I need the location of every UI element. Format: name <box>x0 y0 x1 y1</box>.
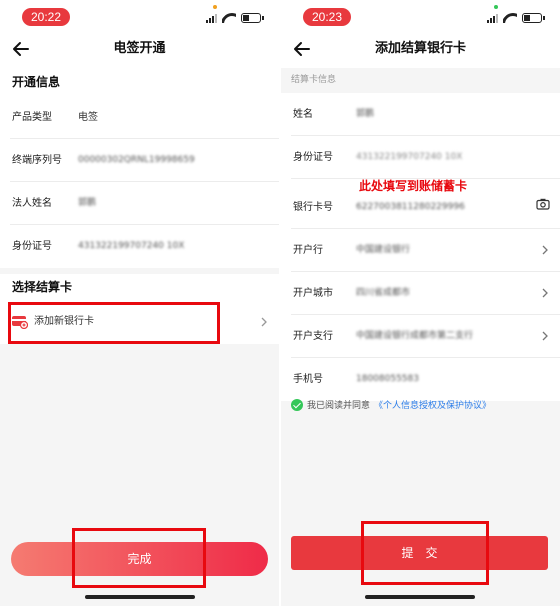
row-label: 手机号 <box>293 374 323 385</box>
section-title-card: 选择结算卡 <box>0 274 279 300</box>
status-time: 20:23 <box>303 8 351 26</box>
page-title: 电签开通 <box>113 41 166 56</box>
chevron-right-icon <box>542 331 548 341</box>
page-title: 添加结算银行卡 <box>374 41 466 56</box>
bank-field: 中国建设银行 <box>356 245 411 255</box>
status-time: 20:22 <box>22 8 70 26</box>
signal-icon <box>487 13 498 23</box>
row-label: 姓名 <box>293 109 313 120</box>
form-row-phone: 手机号 18008055583 <box>291 358 560 401</box>
agreement-link[interactable]: 《个人信息授权及保护协议》 <box>374 398 491 411</box>
nav-bar: 电签开通 <box>0 30 279 68</box>
home-indicator <box>85 595 195 599</box>
home-indicator <box>365 595 475 599</box>
id-field[interactable]: 431322199707240 10X <box>356 136 462 179</box>
row-label: 终端序列号 <box>12 155 62 166</box>
camera-icon[interactable] <box>536 198 550 210</box>
form-row-bank[interactable]: 开户行 中国建设银行 <box>291 229 560 272</box>
branch-field: 中国建设银行成都市第二支行 <box>356 331 474 341</box>
battery-icon <box>241 13 264 23</box>
row-value: 431322199707240 10X <box>78 241 185 251</box>
info-row: 终端序列号 00000302QRNL19998659 <box>10 139 279 182</box>
signal-icon <box>206 13 217 23</box>
highlight-box <box>8 302 220 344</box>
info-row: 身份证号 431322199707240 10X <box>10 225 279 268</box>
chevron-right-icon <box>542 288 548 298</box>
annotation-note: 此处填写到账储蓄卡 <box>359 179 468 193</box>
chevron-right-icon <box>261 317 267 327</box>
form-row-id: 身份证号 431322199707240 10X <box>291 136 560 179</box>
check-circle-icon[interactable] <box>291 398 303 411</box>
row-label: 开户城市 <box>293 288 333 299</box>
section-hint: 结算卡信息 <box>291 75 337 85</box>
card-form: 姓名 郭鹏 身份证号 431322199707240 10X 银行卡号 6227… <box>281 93 560 401</box>
battery-icon <box>522 13 545 23</box>
highlight-box <box>72 528 206 588</box>
phone-field[interactable]: 18008055583 <box>356 358 419 401</box>
highlight-box <box>361 521 489 585</box>
info-row: 产品类型 电签 <box>10 96 279 139</box>
agreement[interactable]: 我已阅读并同意 《个人信息授权及保护协议》 <box>291 398 491 411</box>
name-field[interactable]: 郭鹏 <box>356 93 374 136</box>
agree-text: 我已阅读并同意 <box>307 401 371 411</box>
row-label: 身份证号 <box>12 241 52 252</box>
status-bar: 20:23 <box>281 0 560 30</box>
row-value: 电签 <box>78 112 98 123</box>
form-row-name: 姓名 郭鹏 <box>291 93 560 136</box>
row-value: 00000302QRNL19998659 <box>78 155 195 165</box>
status-bar: 20:22 <box>0 0 279 30</box>
row-label: 法人姓名 <box>12 198 52 209</box>
left-screen: 20:22 电签开通 开通信息 产品类型 电签 终端序列号 00000302QR… <box>0 0 279 606</box>
right-screen: 20:23 添加结算银行卡 结算卡信息 姓名 郭鹏 身份证号 431322199… <box>281 0 560 606</box>
privacy-dot <box>213 5 217 9</box>
row-label: 产品类型 <box>12 112 52 123</box>
nav-bar: 添加结算银行卡 <box>281 30 560 68</box>
chevron-right-icon <box>542 245 548 255</box>
row-label: 开户支行 <box>293 331 333 342</box>
info-list: 产品类型 电签 终端序列号 00000302QRNL19998659 法人姓名 … <box>0 96 279 268</box>
row-label: 银行卡号 <box>293 202 333 213</box>
row-label: 身份证号 <box>293 152 333 163</box>
section-title-info: 开通信息 <box>0 68 279 96</box>
form-row-branch[interactable]: 开户支行 中国建设银行成都市第二支行 <box>291 315 560 358</box>
wifi-icon <box>503 13 517 23</box>
form-row-city[interactable]: 开户城市 四川省成都市 <box>291 272 560 315</box>
row-label: 开户行 <box>293 245 323 256</box>
info-row: 法人姓名 郭鹏 <box>10 182 279 225</box>
privacy-dot <box>494 5 498 9</box>
row-value: 郭鹏 <box>78 198 97 208</box>
city-field: 四川省成都市 <box>356 288 411 298</box>
wifi-icon <box>222 13 236 23</box>
